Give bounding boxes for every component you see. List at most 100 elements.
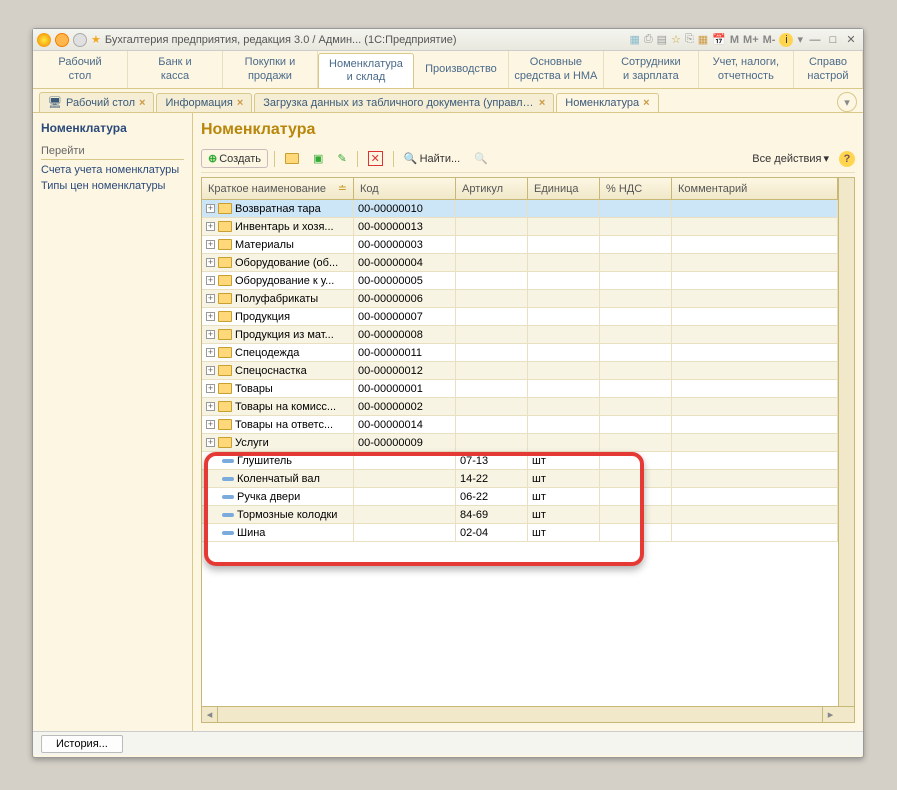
vertical-scrollbar[interactable] xyxy=(838,178,854,706)
nav-staff[interactable]: Сотрудникии зарплата xyxy=(604,51,699,88)
scroll-right-icon[interactable]: ▸ xyxy=(822,707,838,722)
sidebar-link-accounts[interactable]: Счета учета номенклатуры xyxy=(41,162,184,178)
star-icon[interactable]: ☆ xyxy=(671,33,681,46)
expand-icon[interactable]: + xyxy=(206,204,215,213)
expand-icon[interactable]: + xyxy=(206,240,215,249)
nav-settings[interactable]: Справонастрой xyxy=(794,51,863,88)
close-icon[interactable]: × xyxy=(139,97,145,109)
tab-nomenclature[interactable]: Номенклатура× xyxy=(556,93,658,112)
nav-reports[interactable]: Учет, налоги,отчетность xyxy=(699,51,794,88)
table-row[interactable]: Шина02-04шт xyxy=(202,524,838,542)
tab-info[interactable]: Информация× xyxy=(156,93,252,112)
tool-icon[interactable]: ▦ xyxy=(629,33,639,46)
expand-icon[interactable]: + xyxy=(206,294,215,303)
table-row[interactable]: + Полуфабрикаты 00-00000006 xyxy=(202,290,838,308)
tab-desktop[interactable]: 🖥Рабочий стол× xyxy=(39,92,154,112)
col-vat[interactable]: % НДС xyxy=(600,178,672,199)
help-icon[interactable]: ? xyxy=(839,151,855,167)
table-row[interactable]: +Возвратная тара00-00000010 xyxy=(202,200,838,218)
copy-icon: ▣ xyxy=(313,152,323,165)
mplus-btn[interactable]: M+ xyxy=(743,34,759,46)
calc-icon[interactable]: ▦ xyxy=(698,33,708,46)
row-name: Полуфабрикаты xyxy=(235,293,318,305)
table-row[interactable]: Тормозные колодки84-69шт xyxy=(202,506,838,524)
expand-icon[interactable]: + xyxy=(206,312,215,321)
table-row[interactable]: +Спецоснастка00-00000012 xyxy=(202,362,838,380)
table-row[interactable]: +Оборудование к у...00-00000005 xyxy=(202,272,838,290)
expand-icon[interactable]: + xyxy=(206,420,215,429)
table-row[interactable]: +Спецодежда00-00000011 xyxy=(202,344,838,362)
maximize-button[interactable]: □ xyxy=(825,33,841,47)
link-icon[interactable]: ⎘ xyxy=(685,33,694,46)
col-code[interactable]: Код xyxy=(354,178,456,199)
table-row[interactable]: Ручка двери06-22шт xyxy=(202,488,838,506)
sidebar-section: Перейти xyxy=(41,143,184,160)
expand-icon[interactable]: + xyxy=(206,438,215,447)
horizontal-scrollbar[interactable]: ◂ ▸ xyxy=(202,706,854,722)
doc-icon[interactable]: ▤ xyxy=(657,33,667,46)
table-row[interactable]: +Товары на комисс...00-00000002 xyxy=(202,398,838,416)
close-icon[interactable]: × xyxy=(237,97,243,109)
delete-button[interactable]: ✕ xyxy=(364,149,387,168)
nav-assets[interactable]: Основныесредства и НМА xyxy=(509,51,604,88)
table-row[interactable]: +Инвентарь и хозя...00-00000013 xyxy=(202,218,838,236)
tab-load[interactable]: Загрузка данных из табличного документа … xyxy=(254,93,554,112)
expand-icon[interactable]: + xyxy=(206,276,215,285)
m-btn[interactable]: M xyxy=(730,34,739,46)
expand-icon[interactable]: + xyxy=(206,384,215,393)
col-name[interactable]: Краткое наименование ≐ xyxy=(202,178,354,199)
favorite-icon[interactable]: ★ xyxy=(91,33,101,46)
dropdown-icon[interactable]: ▾ xyxy=(797,33,803,46)
find-button[interactable]: 🔍Найти... xyxy=(400,150,464,167)
info-icon[interactable]: i xyxy=(779,33,793,47)
edit-button[interactable]: ✎ xyxy=(333,150,350,167)
history-button[interactable]: История... xyxy=(41,735,123,753)
scroll-left-icon[interactable]: ◂ xyxy=(202,707,218,722)
table-row[interactable]: +Продукция из мат...00-00000008 xyxy=(202,326,838,344)
expand-icon[interactable]: + xyxy=(206,402,215,411)
mminus-btn[interactable]: M- xyxy=(763,34,776,46)
col-article[interactable]: Артикул xyxy=(456,178,528,199)
table-row[interactable]: +Оборудование (об...00-00000004 xyxy=(202,254,838,272)
expand-icon[interactable]: + xyxy=(206,330,215,339)
create-button[interactable]: ⊕Создать xyxy=(201,149,268,168)
table-row[interactable]: +Товары00-00000001 xyxy=(202,380,838,398)
data-grid: Краткое наименование ≐ Код Артикул Едини… xyxy=(201,177,855,723)
nav-sales[interactable]: Покупки ипродажи xyxy=(223,51,318,88)
nav-bank[interactable]: Банк икасса xyxy=(128,51,223,88)
tabs-more-button[interactable]: ▾ xyxy=(837,92,857,112)
expand-icon[interactable]: + xyxy=(206,366,215,375)
close-icon[interactable]: × xyxy=(539,97,545,109)
row-unit: шт xyxy=(528,524,600,541)
col-comment[interactable]: Комментарий xyxy=(672,178,838,199)
nav-production[interactable]: Производство xyxy=(414,51,509,88)
close-icon[interactable]: × xyxy=(643,97,649,109)
minimize-button[interactable]: — xyxy=(807,33,823,47)
copy-button[interactable]: ▣ xyxy=(309,150,327,167)
table-row[interactable]: Коленчатый вал14-22шт xyxy=(202,470,838,488)
expand-icon[interactable]: + xyxy=(206,222,215,231)
nav-nomenclature[interactable]: Номенклатураи склад xyxy=(318,53,414,88)
col-unit[interactable]: Единица xyxy=(528,178,600,199)
row-code: 00-00000006 xyxy=(354,290,456,307)
close-button[interactable]: ✕ xyxy=(843,33,859,47)
calendar-icon[interactable]: 📅 xyxy=(712,33,726,46)
sidebar-link-prices[interactable]: Типы цен номенклатуры xyxy=(41,178,184,194)
table-row[interactable]: +Услуги00-00000009 xyxy=(202,434,838,452)
table-row[interactable]: +Товары на ответс...00-00000014 xyxy=(202,416,838,434)
grid-body[interactable]: +Возвратная тара00-00000010+Инвентарь и … xyxy=(202,200,838,706)
table-row[interactable]: +Продукция00-00000007 xyxy=(202,308,838,326)
clear-find-button[interactable]: 🔍 xyxy=(470,150,492,167)
item-icon xyxy=(222,513,234,517)
nav-fwd-icon[interactable] xyxy=(73,33,87,47)
row-code: 00-00000003 xyxy=(354,236,456,253)
all-actions-button[interactable]: Все действия▾ xyxy=(748,150,833,167)
nav-desktop[interactable]: Рабочийстол xyxy=(33,51,128,88)
table-row[interactable]: Глушитель07-13шт xyxy=(202,452,838,470)
nav-back-icon[interactable] xyxy=(55,33,69,47)
expand-icon[interactable]: + xyxy=(206,258,215,267)
table-row[interactable]: +Материалы00-00000003 xyxy=(202,236,838,254)
new-folder-button[interactable] xyxy=(281,151,303,166)
expand-icon[interactable]: + xyxy=(206,348,215,357)
print-icon[interactable]: ⎙ xyxy=(644,33,653,46)
